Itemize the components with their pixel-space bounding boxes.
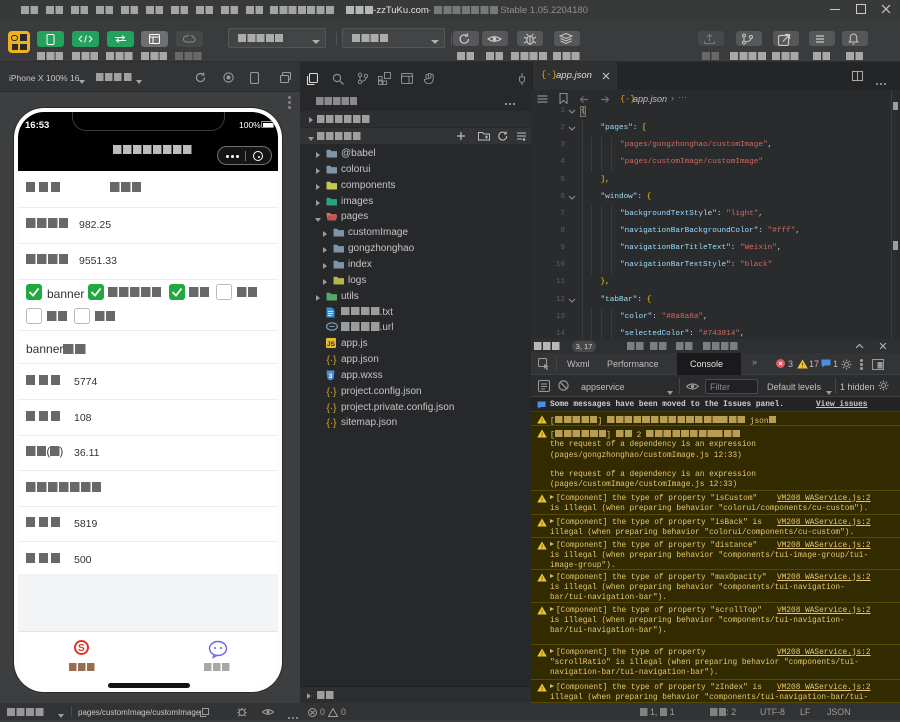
svg-text:!: ! — [541, 576, 543, 582]
svg-text:{·}: {·} — [326, 403, 337, 413]
svg-text:!: ! — [541, 609, 543, 615]
svg-text:!: ! — [541, 544, 543, 550]
svg-text:!: ! — [541, 432, 543, 438]
svg-text:{·}: {·} — [326, 387, 337, 397]
svg-text:{·}: {·} — [326, 418, 337, 428]
svg-text:!: ! — [802, 362, 804, 369]
svg-text:!: ! — [541, 686, 543, 692]
svg-text:{·}: {·} — [326, 355, 337, 365]
svg-text:!: ! — [541, 521, 543, 527]
svg-text:JS: JS — [327, 341, 336, 348]
svg-text:!: ! — [541, 418, 543, 424]
svg-text:!: ! — [541, 497, 543, 503]
svg-text:3: 3 — [329, 373, 333, 380]
svg-text:!: ! — [541, 651, 543, 657]
